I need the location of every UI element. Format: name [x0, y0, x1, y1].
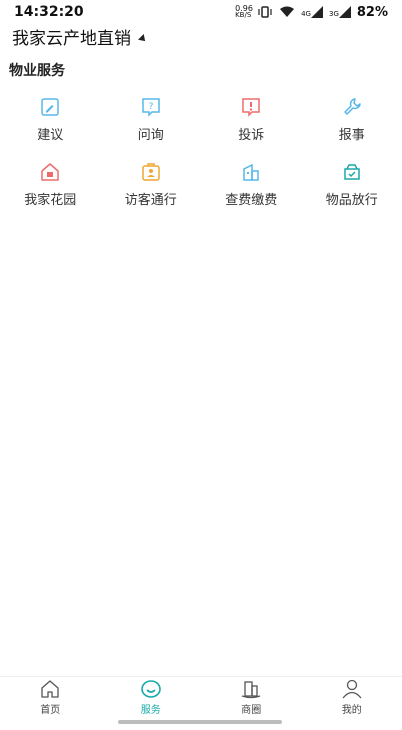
service-label: 问询 — [137, 128, 164, 143]
service-label: 建议 — [37, 128, 64, 143]
signal-1-label: 4G — [301, 10, 311, 18]
service-complaint[interactable]: 投诉 — [201, 90, 302, 143]
status-time: 14:32:20 — [14, 4, 84, 20]
home-icon — [41, 679, 59, 698]
complaint-icon — [242, 98, 260, 117]
signal-icon — [310, 6, 323, 18]
user-icon — [342, 679, 362, 698]
service-suggestion[interactable]: 建议 — [0, 90, 101, 143]
smile-icon — [140, 679, 161, 698]
signal-2: 3G — [329, 6, 351, 18]
service-item-release[interactable]: 物品放行 — [302, 155, 402, 208]
service-label: 报事 — [338, 128, 365, 143]
bill-icon — [243, 163, 259, 181]
box-icon — [344, 164, 360, 180]
tab-service[interactable]: 服务 — [101, 677, 202, 717]
tab-label: 首页 — [40, 704, 61, 716]
pencil-icon — [41, 98, 59, 116]
service-visitor-pass[interactable]: 访客通行 — [101, 155, 202, 208]
tab-label: 我的 — [341, 704, 362, 716]
service-label: 我家花园 — [24, 193, 77, 208]
tab-home[interactable]: 首页 — [0, 677, 101, 717]
section-title: 物业服务 — [9, 63, 65, 79]
service-label: 物品放行 — [325, 193, 378, 208]
service-label: 查费缴费 — [225, 193, 278, 208]
community-title: 我家云产地直销 — [12, 28, 131, 49]
service-label: 投诉 — [238, 128, 265, 143]
status-bar: 14:32:20 0.96 KB/S 4G 3G 82% — [0, 0, 402, 24]
net-speed: 0.96 KB/S — [235, 5, 253, 19]
location-selector[interactable]: 我家云产地直销 — [12, 24, 148, 49]
tab-business[interactable]: 商圈 — [201, 677, 302, 717]
service-grid: 建议 ? 问询 投诉 报事 我家花园 访客通行 查费缴费 物品放行 — [0, 90, 402, 208]
service-my-garden[interactable]: 我家花园 — [0, 155, 101, 208]
signal-icon — [338, 6, 351, 18]
service-inquiry[interactable]: ? 问询 — [101, 90, 202, 143]
service-report[interactable]: 报事 — [302, 90, 402, 143]
vibrate-icon — [258, 6, 272, 18]
svg-text:?: ? — [148, 102, 153, 112]
home-indicator[interactable] — [118, 720, 282, 724]
bottom-tab-bar: 首页 服务 商圈 我的 — [0, 676, 402, 717]
tab-mine[interactable]: 我的 — [302, 677, 402, 717]
dropdown-caret-icon — [138, 34, 148, 44]
status-icons: 0.96 KB/S 4G 3G 82% — [235, 5, 388, 20]
service-payment[interactable]: 查费缴费 — [201, 155, 302, 208]
signal-1: 4G — [301, 6, 323, 18]
net-speed-unit: KB/S — [235, 11, 252, 19]
wrench-icon — [344, 98, 361, 115]
battery-level: 82% — [356, 4, 388, 20]
house-icon — [41, 163, 59, 181]
signal-2-label: 3G — [328, 10, 339, 18]
building-icon — [242, 680, 261, 698]
wifi-icon — [280, 6, 295, 17]
tab-label: 商圈 — [241, 704, 262, 716]
question-icon: ? — [142, 98, 160, 117]
visitor-icon — [142, 163, 160, 181]
service-label: 访客通行 — [124, 193, 177, 208]
tab-label: 服务 — [140, 704, 161, 716]
